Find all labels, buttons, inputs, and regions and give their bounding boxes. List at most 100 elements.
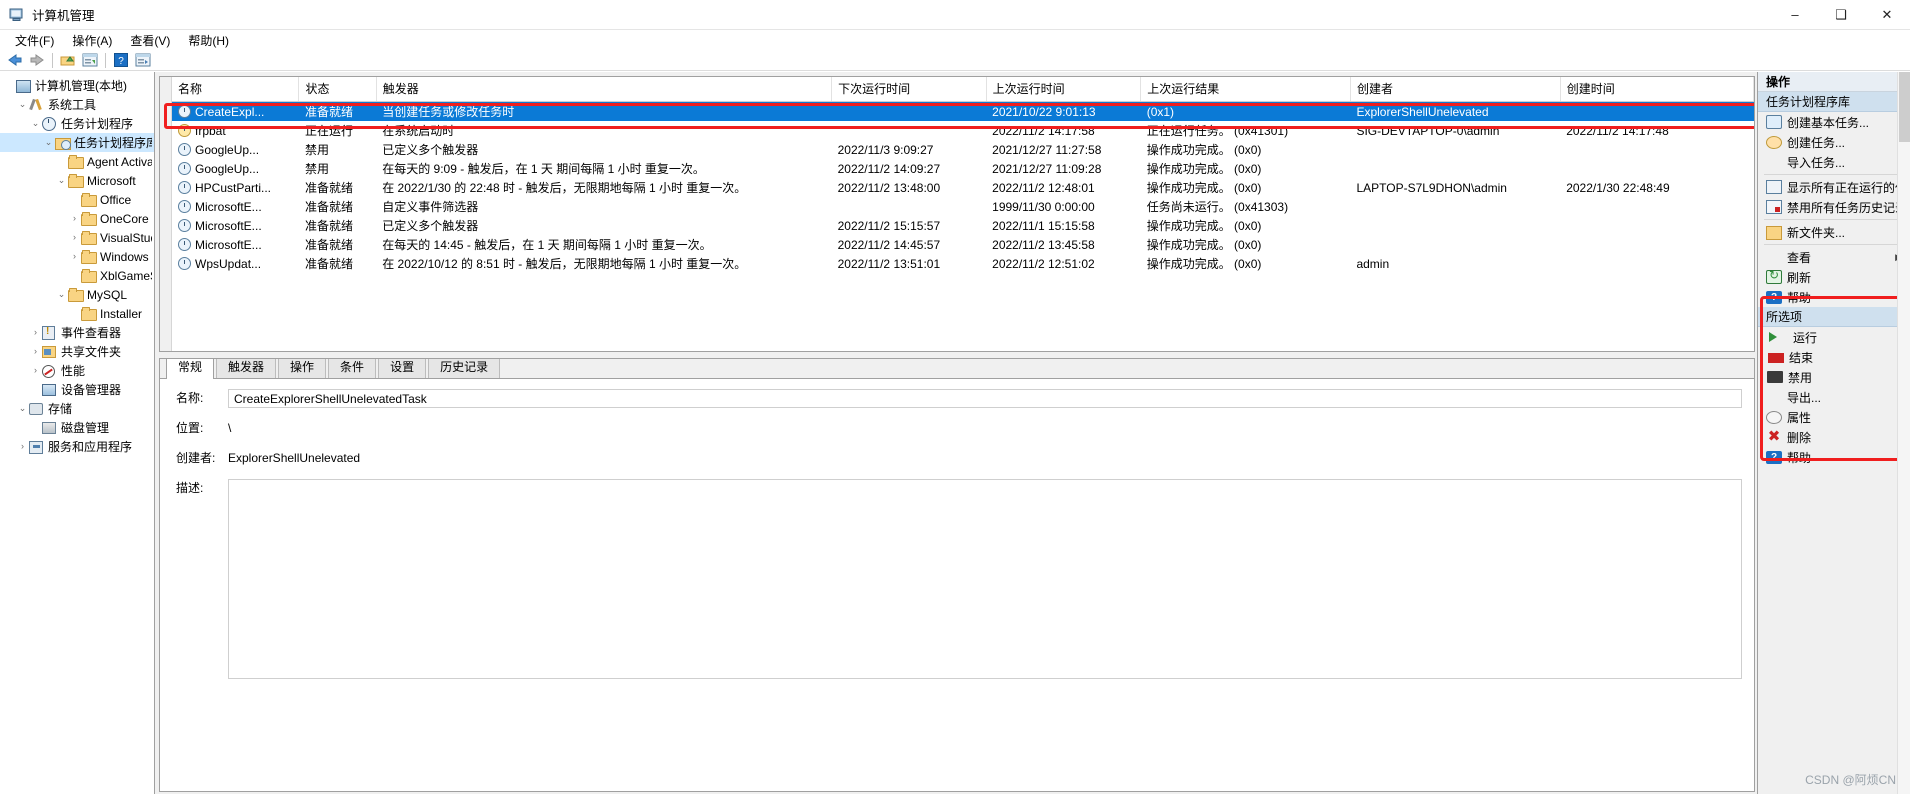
up-folder-icon[interactable] (57, 51, 78, 70)
action-item[interactable]: 显示所有正在运行的任务 (1758, 177, 1910, 197)
tree-item[interactable]: ⌄ Microsoft (0, 171, 154, 190)
tree-item[interactable]: 计算机管理(本地) (0, 76, 154, 95)
tree-item[interactable]: Installer (0, 304, 154, 323)
tree-item[interactable]: 磁盘管理 (0, 418, 154, 437)
tree-item[interactable]: › VisualStudio (0, 228, 154, 247)
cell-next_run: 2022/11/2 14:45:57 (837, 237, 941, 252)
action-separator (1764, 174, 1904, 175)
help-icon[interactable]: ? (110, 51, 131, 70)
forward-icon[interactable] (26, 51, 47, 70)
action-item[interactable]: 创建任务... (1758, 132, 1910, 152)
action-item[interactable]: 查看▶ (1758, 247, 1910, 267)
detail-tab[interactable]: 触发器 (216, 359, 277, 378)
tree-item[interactable]: › 服务和应用程序 (0, 437, 154, 456)
tree-item[interactable]: 设备管理器 (0, 380, 154, 399)
action-item[interactable]: ? 帮助 (1758, 287, 1910, 307)
action-item[interactable]: 创建基本任务... (1758, 112, 1910, 132)
navigation-tree[interactable]: 计算机管理(本地) ⌄ 系统工具 ⌄ 任务计划程序 ⌄ 任务计划程序库 Agent Activ… (0, 72, 155, 794)
column-header[interactable]: 触发器 (376, 77, 833, 102)
column-header[interactable]: 创建者 (1350, 77, 1561, 102)
tree-item[interactable]: ⌄ 系统工具 (0, 95, 154, 114)
tree-item[interactable]: XblGameSave (0, 266, 154, 285)
detail-tab[interactable]: 操作 (278, 359, 327, 378)
task-list-box[interactable]: 名称 状态 触发器 下次运行时间 上次运行时间 上次运行结果 创建者 创建时间 CreateE… (159, 76, 1755, 352)
tree-item[interactable]: › 事件查看器 (0, 323, 154, 342)
table-header-row[interactable]: 名称 状态 触发器 下次运行时间 上次运行时间 上次运行结果 创建者 创建时间 (172, 77, 1754, 102)
tree-item[interactable]: ⌄ MySQL (0, 285, 154, 304)
menu-file[interactable]: 文件(F) (6, 30, 63, 51)
chevron-right-icon[interactable]: › (16, 437, 29, 456)
chevron-down-icon[interactable]: ⌄ (55, 285, 68, 304)
menu-view[interactable]: 查看(V) (121, 30, 179, 51)
action-item[interactable]: 刷新 (1758, 267, 1910, 287)
tree-item[interactable]: › 性能 (0, 361, 154, 380)
chevron-down-icon[interactable]: ⌄ (16, 399, 29, 418)
chevron-down-icon[interactable]: ⌄ (29, 114, 42, 133)
action-item[interactable]: 导出... (1758, 387, 1910, 407)
column-header[interactable]: 状态 (298, 77, 377, 102)
table-row[interactable]: WpsUpdat... 准备就绪 在 2022/10/12 的 8:51 时 - 触… (172, 254, 1754, 273)
column-header[interactable]: 上次运行时间 (986, 77, 1142, 102)
properties-icon[interactable] (132, 51, 153, 70)
action-item[interactable]: 结束 (1758, 347, 1910, 367)
action-item[interactable]: 导入任务... (1758, 152, 1910, 172)
task-name-cell: GoogleUp... (172, 140, 299, 159)
detail-tab[interactable]: 常规 (166, 359, 215, 379)
actions-group-selected-title[interactable]: 所选项 ▲ (1758, 307, 1910, 327)
actions-scrollbar-thumb[interactable] (1899, 72, 1910, 142)
chevron-right-icon[interactable]: › (29, 323, 42, 342)
tree-item[interactable]: ⌄ 任务计划程序库 (0, 133, 154, 152)
close-button[interactable]: ✕ (1864, 0, 1910, 30)
back-icon[interactable] (4, 51, 25, 70)
table-row[interactable]: HPCustParti... 准备就绪 在 2022/1/30 的 22:48 时 … (172, 178, 1754, 197)
menu-action[interactable]: 操作(A) (63, 30, 121, 51)
maximize-button[interactable]: ❑ (1818, 0, 1864, 30)
task-table[interactable]: 名称 状态 触发器 下次运行时间 上次运行时间 上次运行结果 创建者 创建时间 CreateE… (172, 77, 1754, 273)
chevron-down-icon[interactable]: ⌄ (42, 133, 55, 152)
chevron-right-icon[interactable]: › (29, 342, 42, 361)
chevron-right-icon[interactable]: › (29, 361, 42, 380)
table-row[interactable]: MicrosoftE... 准备就绪 已定义多个触发器 2022/11/2 15:15… (172, 216, 1754, 235)
show-hide-tree-icon[interactable] (79, 51, 100, 70)
detail-tabs[interactable]: 常规 触发器 操作 条件 设置 历史记录 (160, 359, 1754, 379)
actions-scrollbar[interactable] (1897, 72, 1910, 794)
table-row[interactable]: GoogleUp... 禁用 已定义多个触发器 2022/11/3 9:09:27 20… (172, 140, 1754, 159)
tree-item[interactable]: ⌄ 存储 (0, 399, 154, 418)
action-item[interactable]: ✖ 删除 (1758, 427, 1910, 447)
chevron-down-icon[interactable]: ⌄ (55, 171, 68, 190)
cell-creator (1350, 235, 1560, 254)
minimize-button[interactable]: – (1772, 0, 1818, 30)
action-item[interactable]: ? 帮助 (1758, 447, 1910, 467)
chevron-right-icon[interactable]: › (68, 209, 81, 228)
table-row[interactable]: CreateExpl... 准备就绪 当创建任务或修改任务时 2021/10/22 9… (172, 101, 1754, 121)
tree-item[interactable]: Agent Activation (0, 152, 154, 171)
detail-tab[interactable]: 设置 (378, 359, 427, 378)
chevron-right-icon[interactable]: › (68, 247, 81, 266)
task-clock-icon (178, 257, 191, 270)
properties-icon (1766, 411, 1782, 424)
chevron-down-icon[interactable]: ⌄ (16, 95, 29, 114)
detail-tab[interactable]: 历史记录 (428, 359, 501, 378)
tree-item[interactable]: Office (0, 190, 154, 209)
actions-group-library-title[interactable]: 任务计划程序库 ▲ (1758, 92, 1910, 112)
tree-item[interactable]: › Windows (0, 247, 154, 266)
tree-item[interactable]: › 共享文件夹 (0, 342, 154, 361)
tree-item[interactable]: › OneCore (0, 209, 154, 228)
table-row[interactable]: MicrosoftE... 准备就绪 在每天的 14:45 - 触发后，在 1 天 … (172, 235, 1754, 254)
menu-help[interactable]: 帮助(H) (179, 30, 238, 51)
action-item[interactable]: 新文件夹... (1758, 222, 1910, 242)
table-row[interactable]: MicrosoftE... 准备就绪 自定义事件筛选器 1999/11/30 0:00… (172, 197, 1754, 216)
table-row[interactable]: GoogleUp... 禁用 在每天的 9:09 - 触发后，在 1 天 期间每隔 … (172, 159, 1754, 178)
chevron-right-icon[interactable]: › (68, 228, 81, 247)
column-header[interactable]: 创建时间 (1560, 77, 1754, 102)
column-header[interactable]: 名称 (172, 77, 300, 102)
column-header[interactable]: 下次运行时间 (831, 77, 987, 102)
table-row[interactable]: frpbat 正在运行 在系统启动时 2022/11/2 14:17:58 正在运行任务… (172, 121, 1754, 140)
action-item[interactable]: 禁用所有任务历史记录 (1758, 197, 1910, 217)
action-item[interactable]: 运行 (1758, 327, 1910, 347)
detail-tab[interactable]: 条件 (328, 359, 377, 378)
column-header[interactable]: 上次运行结果 (1140, 77, 1351, 102)
tree-item[interactable]: ⌄ 任务计划程序 (0, 114, 154, 133)
action-item[interactable]: 禁用 (1758, 367, 1910, 387)
action-item[interactable]: 属性 (1758, 407, 1910, 427)
